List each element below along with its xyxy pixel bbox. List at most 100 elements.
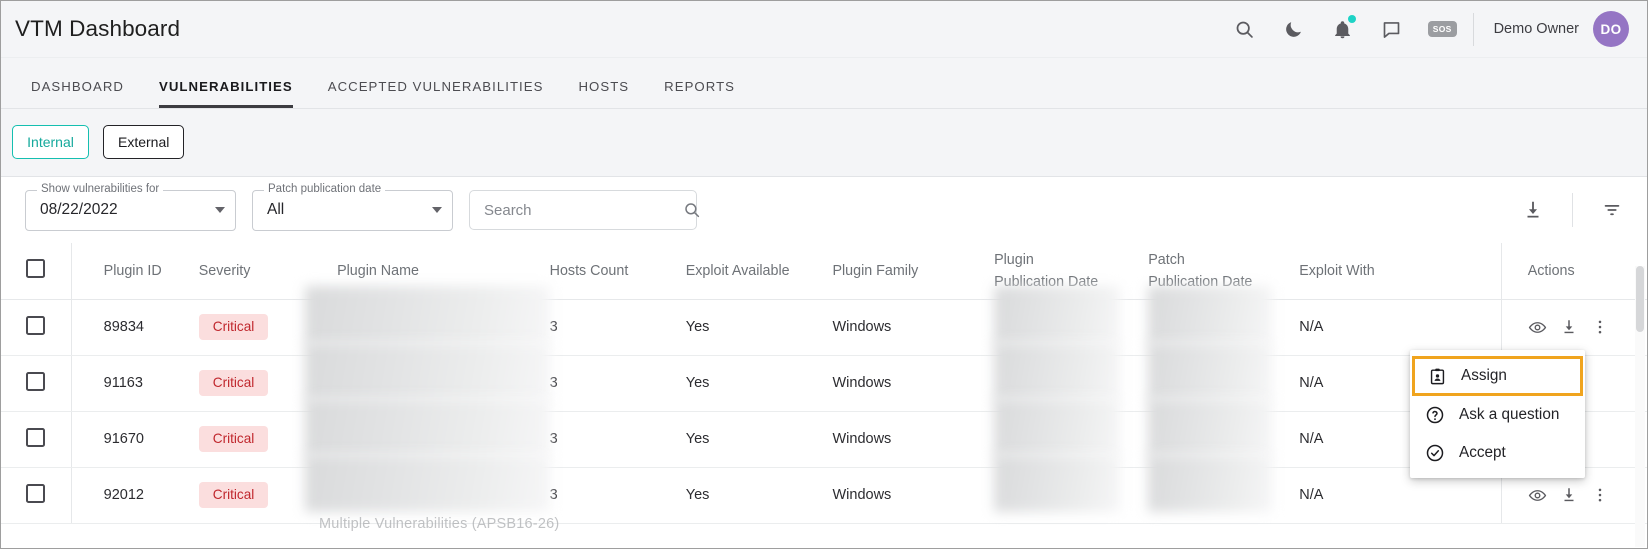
- toolbar-divider: [1572, 193, 1573, 227]
- table-row[interactable]: 89834 Critical 3 Yes Windows N/A: [1, 285, 1647, 356]
- cell-exploit-available: Yes: [685, 299, 833, 356]
- row-actions-context-menu: Assign Ask a question Accept: [1410, 350, 1585, 478]
- cell-plugin-family: Windows: [832, 299, 995, 356]
- status-badge: Critical: [198, 370, 269, 396]
- row-action-group: [1528, 318, 1647, 337]
- cell-plugin-id: 89834: [71, 299, 199, 356]
- search-icon[interactable]: [1232, 16, 1258, 42]
- select-all-header: [1, 243, 72, 300]
- redacted-plugin-name: [305, 453, 550, 512]
- table-scrollbar[interactable]: [1635, 266, 1645, 547]
- page-title: VTM Dashboard: [15, 16, 181, 41]
- patch-publication-date-label: Patch publication date: [264, 182, 386, 195]
- row-checkbox[interactable]: [26, 315, 46, 335]
- row-select-cell: [1, 411, 72, 468]
- header-divider: [1472, 12, 1474, 46]
- scrollbar-thumb[interactable]: [1636, 266, 1644, 332]
- download-icon[interactable]: [1560, 318, 1578, 336]
- row-checkbox[interactable]: [26, 483, 46, 503]
- chat-message-icon[interactable]: [1379, 16, 1405, 42]
- cell-patch-publication-date: [1148, 453, 1300, 524]
- row-checkbox[interactable]: [26, 371, 46, 391]
- tab-accepted-vulnerabilities[interactable]: ACCEPTED VULNERABILITIES: [328, 79, 544, 108]
- row-select-cell: [1, 299, 72, 356]
- cell-plugin-publication-date: [994, 453, 1149, 524]
- redacted-patch-date: [1148, 341, 1273, 400]
- cell-plugin-id: 91670: [71, 411, 199, 468]
- menu-item-accept[interactable]: Accept: [1410, 434, 1585, 472]
- filter-toolbar: Show vulnerabilities for 08/22/2022 Patc…: [1, 177, 1647, 243]
- vtm-dashboard-window: VTM Dashboard SOS Demo Owner DO DASHBOAR…: [0, 0, 1648, 549]
- column-header-severity[interactable]: Severity: [198, 243, 306, 300]
- menu-item-label: Accept: [1459, 444, 1506, 461]
- tab-reports[interactable]: REPORTS: [664, 79, 735, 108]
- column-header-exploit-available[interactable]: Exploit Available: [685, 243, 833, 300]
- menu-item-assign[interactable]: Assign: [1412, 356, 1583, 396]
- column-header-exploit-with[interactable]: Exploit With: [1299, 243, 1502, 300]
- column-label-line1: Patch: [1148, 251, 1185, 268]
- column-header-plugin-family[interactable]: Plugin Family: [832, 243, 995, 300]
- tab-dashboard[interactable]: DASHBOARD: [31, 79, 124, 108]
- column-label: Exploit Available: [685, 262, 790, 279]
- row-checkbox[interactable]: [26, 427, 46, 447]
- chevron-down-icon: [432, 207, 442, 213]
- menu-item-label: Ask a question: [1459, 406, 1560, 423]
- cell-plugin-id: 92012: [71, 467, 199, 524]
- search-box[interactable]: [469, 190, 700, 230]
- more-options-icon[interactable]: [1591, 318, 1609, 336]
- table-row[interactable]: 92012 Critical 3 Yes Windows N/A: [1, 453, 1647, 524]
- scope-button-internal[interactable]: Internal: [12, 125, 89, 159]
- more-options-icon[interactable]: [1591, 486, 1609, 504]
- view-eye-icon[interactable]: [1528, 318, 1547, 337]
- cell-severity: Critical: [198, 355, 306, 412]
- column-label: Exploit With: [1299, 262, 1375, 279]
- header-icon-group: SOS: [1232, 15, 1457, 42]
- filter-icon[interactable]: [1595, 193, 1629, 227]
- dark-mode-moon-icon[interactable]: [1281, 16, 1307, 42]
- cell-severity: Critical: [198, 411, 306, 468]
- check-circle-icon: [1424, 442, 1446, 464]
- scope-button-external[interactable]: External: [103, 125, 185, 159]
- view-eye-icon[interactable]: [1528, 486, 1547, 505]
- chevron-down-icon: [215, 207, 225, 213]
- column-label: Plugin Family: [832, 262, 919, 279]
- column-header-plugin-id[interactable]: Plugin ID: [71, 243, 199, 300]
- table-row[interactable]: 91163 Critical 3 Yes Windows N/A: [1, 341, 1647, 412]
- sos-icon[interactable]: SOS: [1427, 21, 1457, 37]
- notifications-bell-icon[interactable]: [1330, 15, 1356, 42]
- cell-plugin-family: Windows: [832, 467, 995, 524]
- patch-publication-date-select[interactable]: Patch publication date All: [252, 182, 453, 231]
- table-row[interactable]: 91670 Critical 3 Yes Windows N/A: [1, 397, 1647, 468]
- avatar[interactable]: DO: [1593, 11, 1629, 47]
- column-label: Hosts Count: [549, 262, 629, 279]
- tab-vulnerabilities[interactable]: VULNERABILITIES: [159, 79, 293, 108]
- redacted-plugin-date: [994, 453, 1121, 512]
- scope-toggle-group: Internal External: [1, 109, 1647, 177]
- status-badge: Critical: [198, 426, 269, 452]
- redacted-plugin-date: [994, 285, 1121, 344]
- select-all-checkbox[interactable]: [26, 259, 46, 279]
- table-body: 89834 Critical 3 Yes Windows N/A 91163 C…: [1, 285, 1647, 524]
- download-icon[interactable]: [1516, 193, 1550, 227]
- redacted-patch-date: [1148, 453, 1273, 512]
- cell-exploit-with: N/A: [1299, 299, 1502, 356]
- question-circle-icon: [1424, 404, 1446, 426]
- column-header-hosts-count[interactable]: Hosts Count: [549, 243, 686, 300]
- search-icon[interactable]: [683, 201, 701, 219]
- tab-hosts[interactable]: HOSTS: [578, 79, 629, 108]
- app-header: VTM Dashboard SOS Demo Owner DO: [1, 1, 1647, 58]
- download-icon[interactable]: [1560, 486, 1578, 504]
- row-action-group: [1528, 486, 1647, 505]
- show-vulnerabilities-for-select[interactable]: Show vulnerabilities for 08/22/2022: [25, 182, 236, 231]
- redacted-plugin-name: [305, 397, 550, 456]
- column-label: Plugin Name: [337, 262, 419, 279]
- status-badge: Critical: [198, 314, 269, 340]
- cell-plugin-name: [305, 453, 550, 524]
- cell-plugin-family: Windows: [832, 411, 995, 468]
- redacted-plugin-date: [994, 397, 1121, 456]
- search-input[interactable]: [484, 201, 683, 219]
- patch-publication-date-value: All: [267, 201, 285, 218]
- redacted-patch-date: [1148, 285, 1273, 344]
- cell-exploit-available: Yes: [685, 411, 833, 468]
- menu-item-ask-a-question[interactable]: Ask a question: [1410, 396, 1585, 434]
